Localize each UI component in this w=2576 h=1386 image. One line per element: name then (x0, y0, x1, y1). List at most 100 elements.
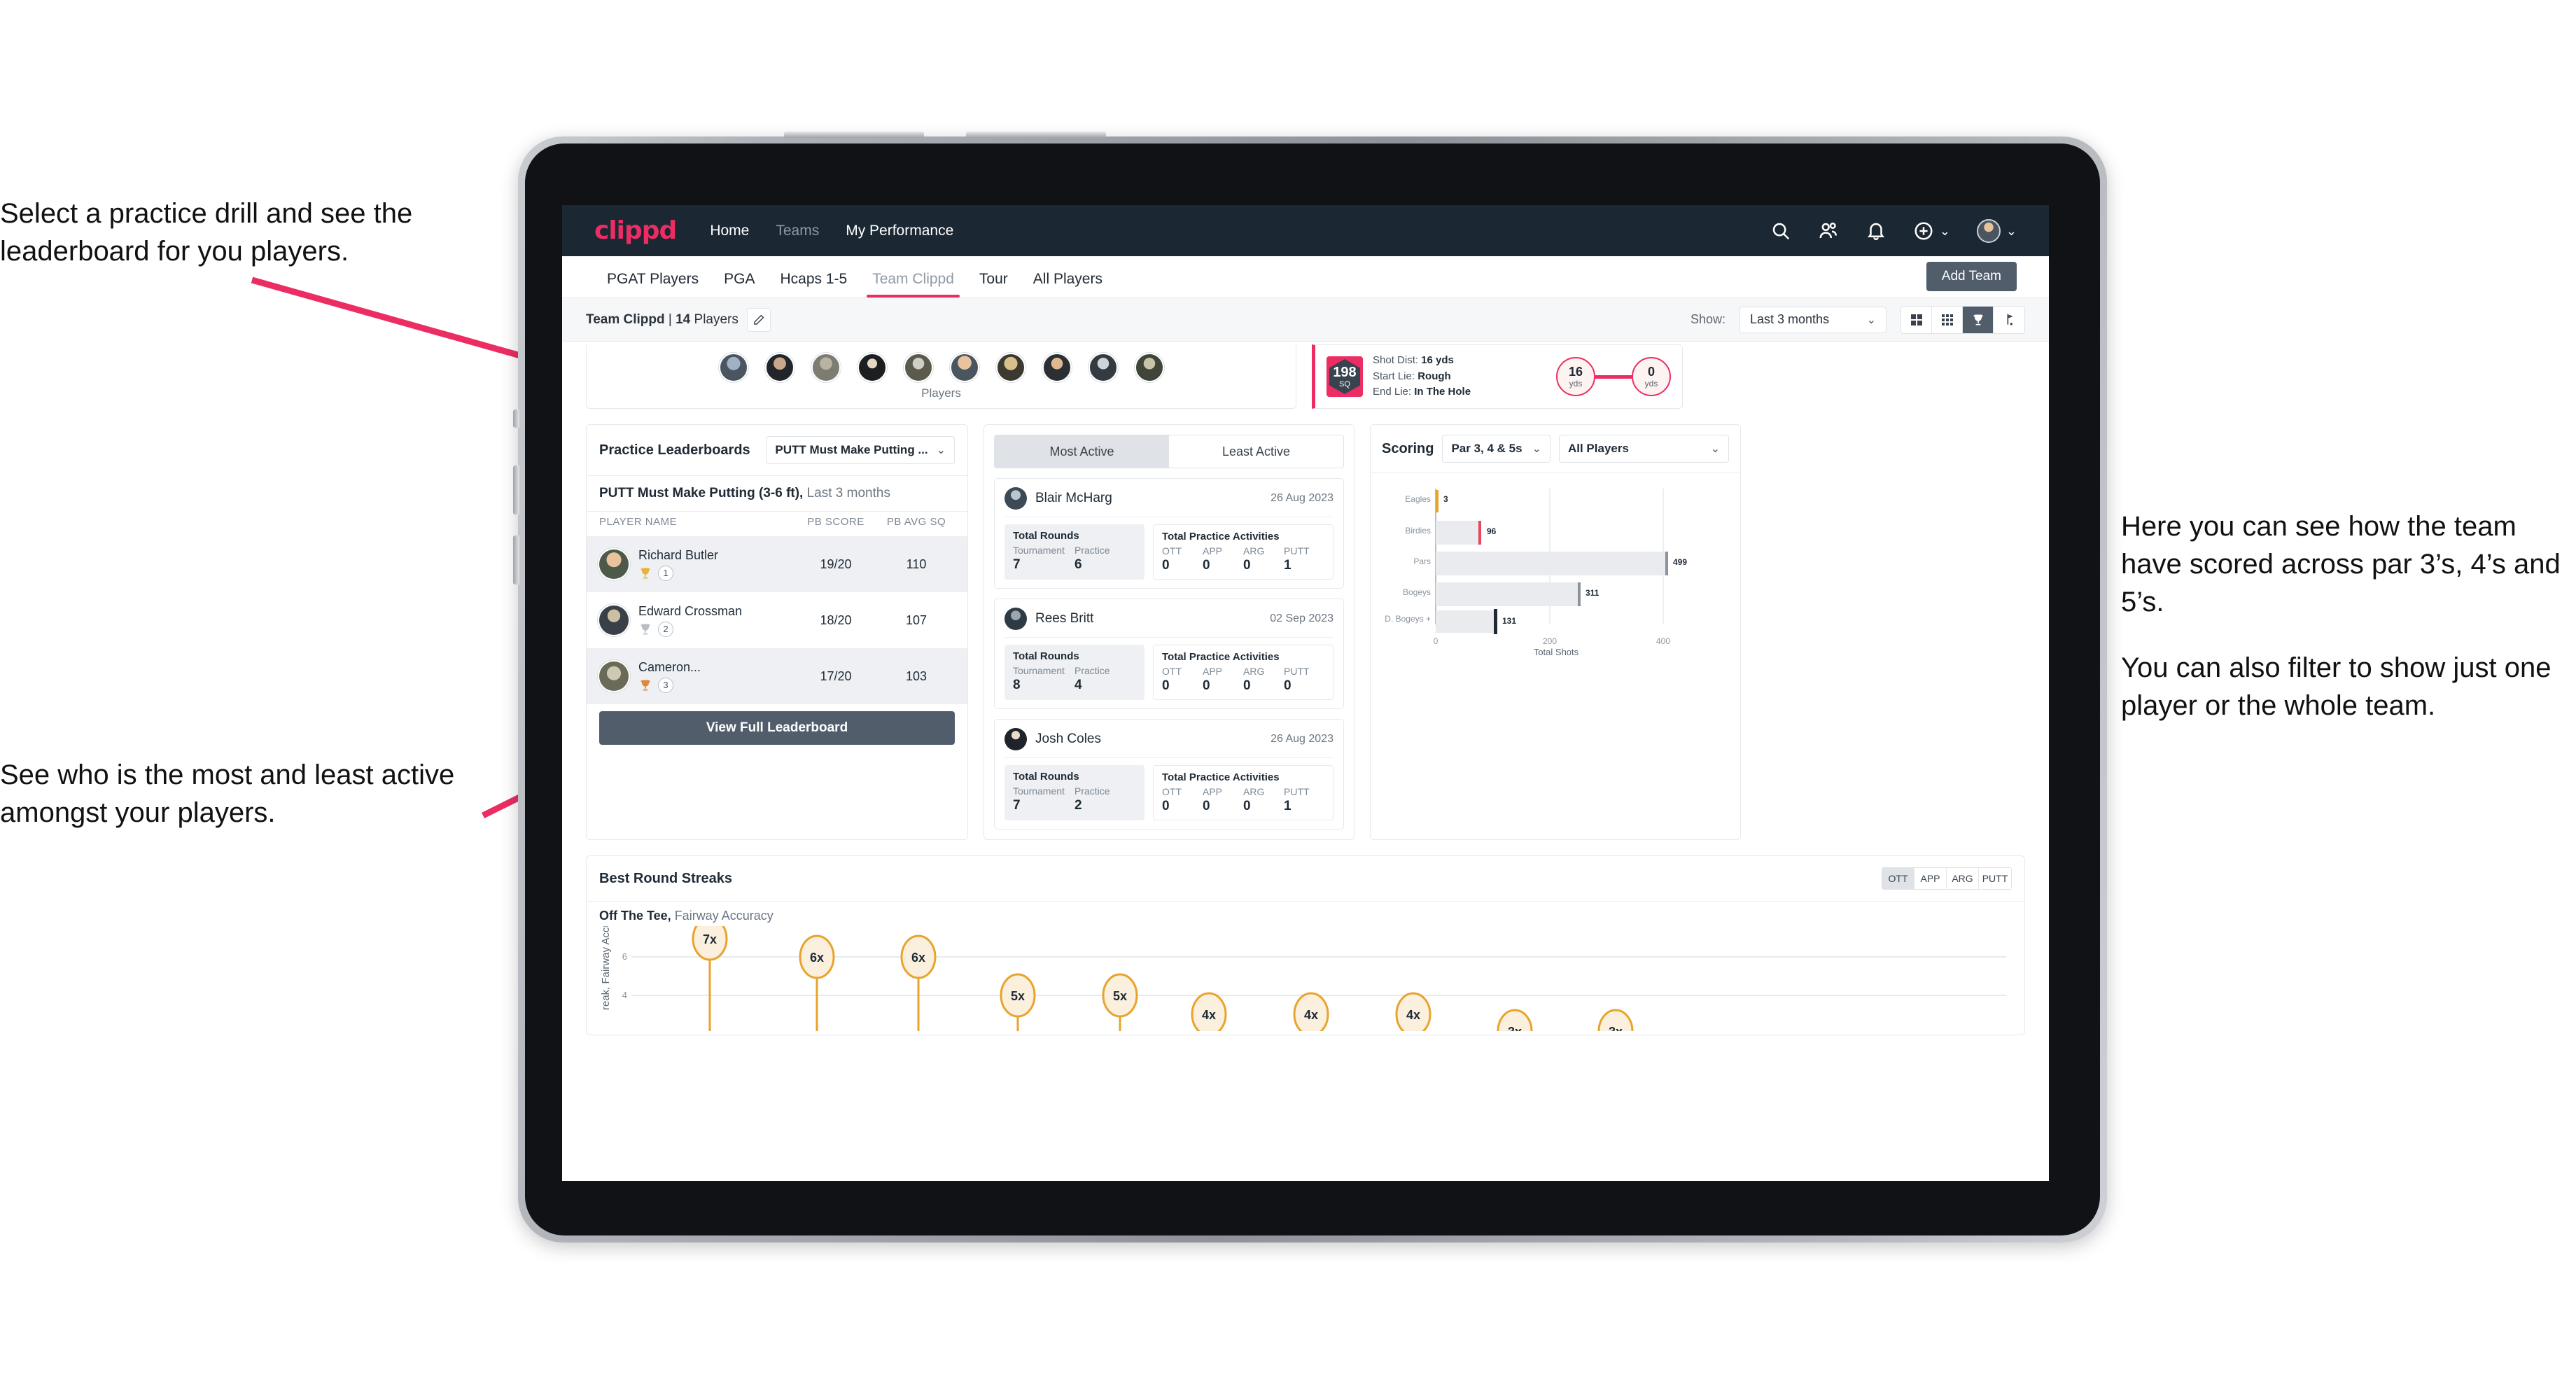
streak-point[interactable]: 7x (692, 916, 728, 1031)
table-row[interactable]: Edward Crossman 2 18/20 107 (587, 592, 967, 648)
practice-leaderboards-card: Practice Leaderboards PUTT Must Make Put… (586, 424, 968, 840)
avatar[interactable] (1088, 352, 1118, 382)
practice-col: Practice 4 (1074, 665, 1136, 693)
clippd-logo[interactable]: clippd (594, 216, 677, 245)
practice-activities-title: Total Practice Activities (1162, 651, 1280, 663)
people-icon[interactable] (1818, 220, 1839, 241)
profile-menu[interactable]: ⌄ (1976, 218, 2017, 243)
table-row[interactable]: Cameron... 3 17/20 103 (587, 648, 967, 704)
view-trophy-button[interactable] (1963, 306, 1994, 333)
avatar (1004, 728, 1027, 750)
plus-circle-icon[interactable] (1913, 220, 1934, 241)
streak-label: 5x (1113, 989, 1127, 1003)
bell-icon[interactable] (1865, 220, 1886, 241)
avatar[interactable] (811, 352, 841, 382)
activity-item-header: Blair McHarg 26 Aug 2023 (1004, 487, 1334, 510)
device-button-left-1 (513, 410, 519, 428)
tournament-label: Tournament (1013, 785, 1065, 797)
streak-point[interactable]: 6x (900, 934, 937, 1031)
avatar[interactable] (1134, 352, 1164, 382)
list-item[interactable]: Rees Britt 02 Sep 2023 Total Rounds Tour… (994, 598, 1344, 709)
streaks-segment-arg[interactable]: ARG (1947, 868, 1979, 889)
tab-hcaps-1-5[interactable]: Hcaps 1-5 (767, 271, 860, 298)
avatar (1004, 608, 1027, 630)
arg-label: ARG (1243, 545, 1265, 556)
shot-dist-label: Shot Dist: (1373, 354, 1422, 367)
ott-label: OTT (1162, 666, 1182, 677)
app-value: 0 (1203, 558, 1210, 573)
app-col: APP 0 (1203, 786, 1243, 814)
edit-team-button[interactable] (746, 307, 771, 332)
tournament-col: Tournament 8 (1013, 665, 1074, 693)
avatar[interactable] (903, 352, 933, 382)
tab-most-active[interactable]: Most Active (995, 435, 1169, 468)
avatar[interactable] (857, 352, 887, 382)
streaks-segment-putt[interactable]: PUTT (1979, 868, 2011, 889)
nav-link-teams[interactable]: Teams (776, 223, 819, 239)
shot-distance-diagram: 16 yds 0 yds (1556, 357, 1671, 396)
tab-pga[interactable]: PGA (711, 271, 767, 298)
streaks-segment-app[interactable]: APP (1914, 868, 1947, 889)
app-col: APP 0 (1203, 666, 1243, 694)
tab-tour[interactable]: Tour (967, 271, 1021, 298)
list-item[interactable]: Blair McHarg 26 Aug 2023 Total Rounds To… (994, 478, 1344, 589)
view-grid-large-button[interactable] (1901, 306, 1932, 333)
streak-point[interactable]: 5x (1102, 973, 1138, 1031)
start-distance-node: 16 yds (1556, 357, 1595, 396)
streak-point[interactable]: 4x (1293, 992, 1329, 1037)
scoring-bar-chart: Eagles 3 Birdies 96 Pars 499 Bogeys 311 … (1385, 489, 1687, 657)
avatar[interactable] (1042, 352, 1072, 382)
sq-unit: SQ (1339, 379, 1350, 388)
add-team-button[interactable]: Add Team (1926, 262, 2017, 291)
scoring-chart: Eagles 3 Birdies 96 Pars 499 Bogeys 311 … (1371, 473, 1740, 668)
end-distance-unit: yds (1644, 379, 1658, 388)
ytick-4: 4 (622, 990, 627, 1000)
avatar[interactable] (764, 352, 794, 382)
tab-all-players[interactable]: All Players (1021, 271, 1115, 298)
streak-point[interactable]: 5x (1000, 973, 1036, 1031)
list-item[interactable]: Josh Coles 26 Aug 2023 Total Rounds Tour… (994, 719, 1344, 830)
tab-least-active[interactable]: Least Active (1169, 435, 1343, 468)
nav-link-home[interactable]: Home (710, 223, 749, 239)
tournament-value: 8 (1013, 678, 1021, 692)
avatar[interactable] (949, 352, 979, 382)
app-label: APP (1203, 786, 1223, 797)
practice-label: Practice (1074, 665, 1110, 676)
streak-point[interactable]: 4x (1395, 992, 1432, 1037)
start-lie-line: Start Lie: Rough (1373, 369, 1471, 385)
ytick-pars: Pars (1413, 556, 1431, 566)
x-axis-label: Total Shots (1534, 647, 1579, 655)
view-golf-flag-button[interactable] (1994, 307, 2024, 333)
view-full-leaderboard-button[interactable]: View Full Leaderboard (599, 711, 955, 745)
streaks-segment-ott[interactable]: OTT (1882, 868, 1914, 889)
table-row[interactable]: Richard Butler 1 19/20 110 (587, 536, 967, 592)
view-grid-small-button[interactable] (1932, 306, 1963, 333)
streak-point[interactable]: 3x (1597, 1009, 1634, 1054)
show-label: Show: (1690, 312, 1726, 326)
drill-select[interactable]: PUTT Must Make Putting ... ⌄ (766, 436, 955, 464)
nav-link-my-performance[interactable]: My Performance (846, 223, 953, 239)
avatar[interactable] (1976, 218, 2001, 243)
streak-label: 4x (1406, 1008, 1420, 1022)
tab-team-clippd[interactable]: Team Clippd (860, 271, 967, 298)
streak-point[interactable]: 4x (1191, 992, 1227, 1037)
avatar (599, 550, 629, 579)
ott-value: 0 (1162, 799, 1170, 813)
app-col: APP 0 (1203, 545, 1243, 573)
search-icon[interactable] (1770, 220, 1791, 241)
end-lie-value: In The Hole (1414, 386, 1471, 398)
shot-quality-badge: 198 SQ (1326, 356, 1363, 397)
player-filter-select[interactable]: All Players ⌄ (1558, 435, 1729, 463)
avatar (599, 606, 629, 635)
streak-point[interactable]: 6x (799, 934, 835, 1031)
shot-dist-value: 16 yds (1421, 354, 1454, 367)
bar-birdies (1436, 521, 1480, 545)
par-filter-select[interactable]: Par 3, 4 & 5s ⌄ (1442, 435, 1550, 463)
practice-leaderboards-header: Practice Leaderboards PUTT Must Make Put… (587, 425, 967, 475)
tab-pgat-players[interactable]: PGAT Players (594, 271, 711, 298)
avatar[interactable] (718, 352, 748, 382)
avatar[interactable] (995, 352, 1026, 382)
streak-point[interactable]: 3x (1497, 1009, 1533, 1054)
add-menu[interactable]: ⌄ (1913, 220, 1950, 241)
date-range-select[interactable]: Last 3 months ⌄ (1740, 306, 1886, 333)
